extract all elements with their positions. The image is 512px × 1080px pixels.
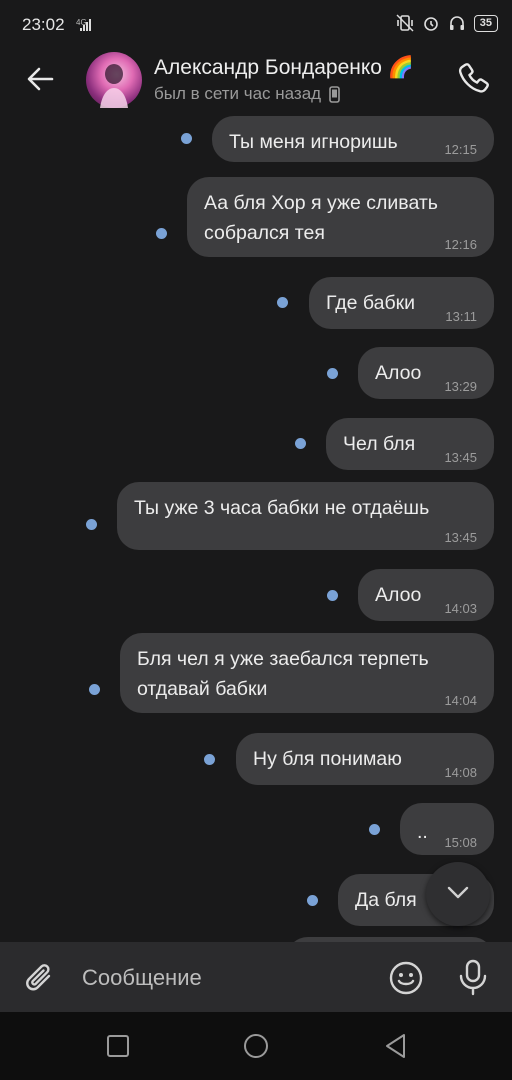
scroll-to-bottom-button[interactable] xyxy=(426,862,490,926)
vibrate-icon xyxy=(396,14,414,32)
message-bubble[interactable]: Ну бля понимаю 14:08 xyxy=(236,733,494,785)
phone-icon[interactable] xyxy=(456,60,492,96)
message-time: 14:04 xyxy=(444,693,477,708)
message-bubble[interactable]: Бля чел я уже заебался терпеть отдавай б… xyxy=(120,633,494,713)
message-time: 13:45 xyxy=(444,530,477,545)
message-bubble[interactable]: Алоо 14:03 xyxy=(358,569,494,621)
chat-header: Александр Бондаренко 🌈 был в сети час на… xyxy=(0,52,512,112)
unread-indicator xyxy=(89,684,100,695)
unread-indicator xyxy=(277,297,288,308)
home-icon[interactable] xyxy=(242,1032,270,1060)
unread-indicator xyxy=(204,754,215,765)
message-text: Алоо xyxy=(375,584,422,606)
mobile-device-icon xyxy=(329,85,340,103)
signal-icon xyxy=(80,19,91,31)
message-bubble[interactable]: Ты уже 3 часа бабки не отдаёшь 13:45 xyxy=(117,482,494,550)
message-time: 14:08 xyxy=(444,765,477,780)
battery-indicator: 35 xyxy=(473,14,498,32)
message-time: 13:11 xyxy=(445,309,477,324)
unread-indicator xyxy=(295,438,306,449)
recent-apps-icon[interactable] xyxy=(104,1032,132,1060)
unread-indicator xyxy=(156,228,167,239)
message-bubble[interactable]: Аа бля Хор я уже сливать собрался тея 12… xyxy=(187,177,494,257)
message-bubble[interactable]: .. 15:08 xyxy=(400,803,494,855)
message-text: Алоо xyxy=(375,362,422,384)
message-time: 14:03 xyxy=(444,601,477,616)
message-composer xyxy=(0,942,512,1012)
system-navigation-bar xyxy=(0,1012,512,1080)
unread-indicator xyxy=(181,133,192,144)
contact-name[interactable]: Александр Бондаренко 🌈 xyxy=(154,56,414,80)
message-text: .. xyxy=(417,821,428,843)
unread-indicator xyxy=(327,368,338,379)
attach-icon[interactable] xyxy=(22,960,58,996)
rainbow-emoji: 🌈 xyxy=(387,56,414,79)
message-text: Ты меня игноришь xyxy=(229,131,398,153)
arrow-back-icon[interactable] xyxy=(24,62,58,96)
unread-indicator xyxy=(327,590,338,601)
avatar-image xyxy=(100,64,128,108)
status-bar: 23:02 4G 35 xyxy=(0,0,512,52)
chevron-down-icon xyxy=(447,886,469,899)
message-time: 12:16 xyxy=(444,237,477,252)
back-icon[interactable] xyxy=(382,1032,410,1060)
message-time: 13:45 xyxy=(444,450,477,465)
unread-indicator xyxy=(86,519,97,530)
last-seen-status: был в сети час назад xyxy=(154,84,340,104)
message-text: Да бля xyxy=(355,889,417,911)
message-text: Ну бля понимаю xyxy=(253,748,402,770)
message-text: Где бабки xyxy=(326,292,416,314)
message-bubble[interactable]: Где бабки 13:11 xyxy=(309,277,494,329)
alarm-icon xyxy=(423,17,438,31)
avatar[interactable] xyxy=(86,52,142,108)
message-time: 13:29 xyxy=(444,379,477,394)
unread-indicator xyxy=(369,824,380,835)
status-time: 23:02 xyxy=(22,15,65,34)
message-text: Бля чел я уже заебался терпеть отдавай б… xyxy=(137,648,429,700)
message-text: Чел бля xyxy=(343,433,416,455)
message-bubble[interactable]: Алоо 13:29 xyxy=(358,347,494,399)
headphones-icon xyxy=(449,16,464,30)
status-icons: 35 xyxy=(396,14,498,32)
emoji-icon[interactable] xyxy=(388,960,424,996)
message-time: 15:08 xyxy=(444,835,477,850)
unread-indicator xyxy=(307,895,318,906)
microphone-icon[interactable] xyxy=(456,958,490,996)
message-text: Аа бля Хор я уже сливать собрался тея xyxy=(204,192,438,244)
message-text: Ты уже 3 часа бабки не отдаёшь xyxy=(134,497,430,519)
contact-name-text: Александр Бондаренко xyxy=(154,56,382,79)
last-seen-text: был в сети час назад xyxy=(154,84,322,103)
message-bubble[interactable]: Ты меня игноришь 12:15 xyxy=(212,116,494,162)
message-time: 12:15 xyxy=(444,142,477,157)
message-bubble[interactable]: Чел бля 13:45 xyxy=(326,418,494,470)
message-list[interactable]: Ты меня игноришь 12:15 Аа бля Хор я уже … xyxy=(0,112,512,942)
message-input[interactable] xyxy=(80,956,374,1000)
